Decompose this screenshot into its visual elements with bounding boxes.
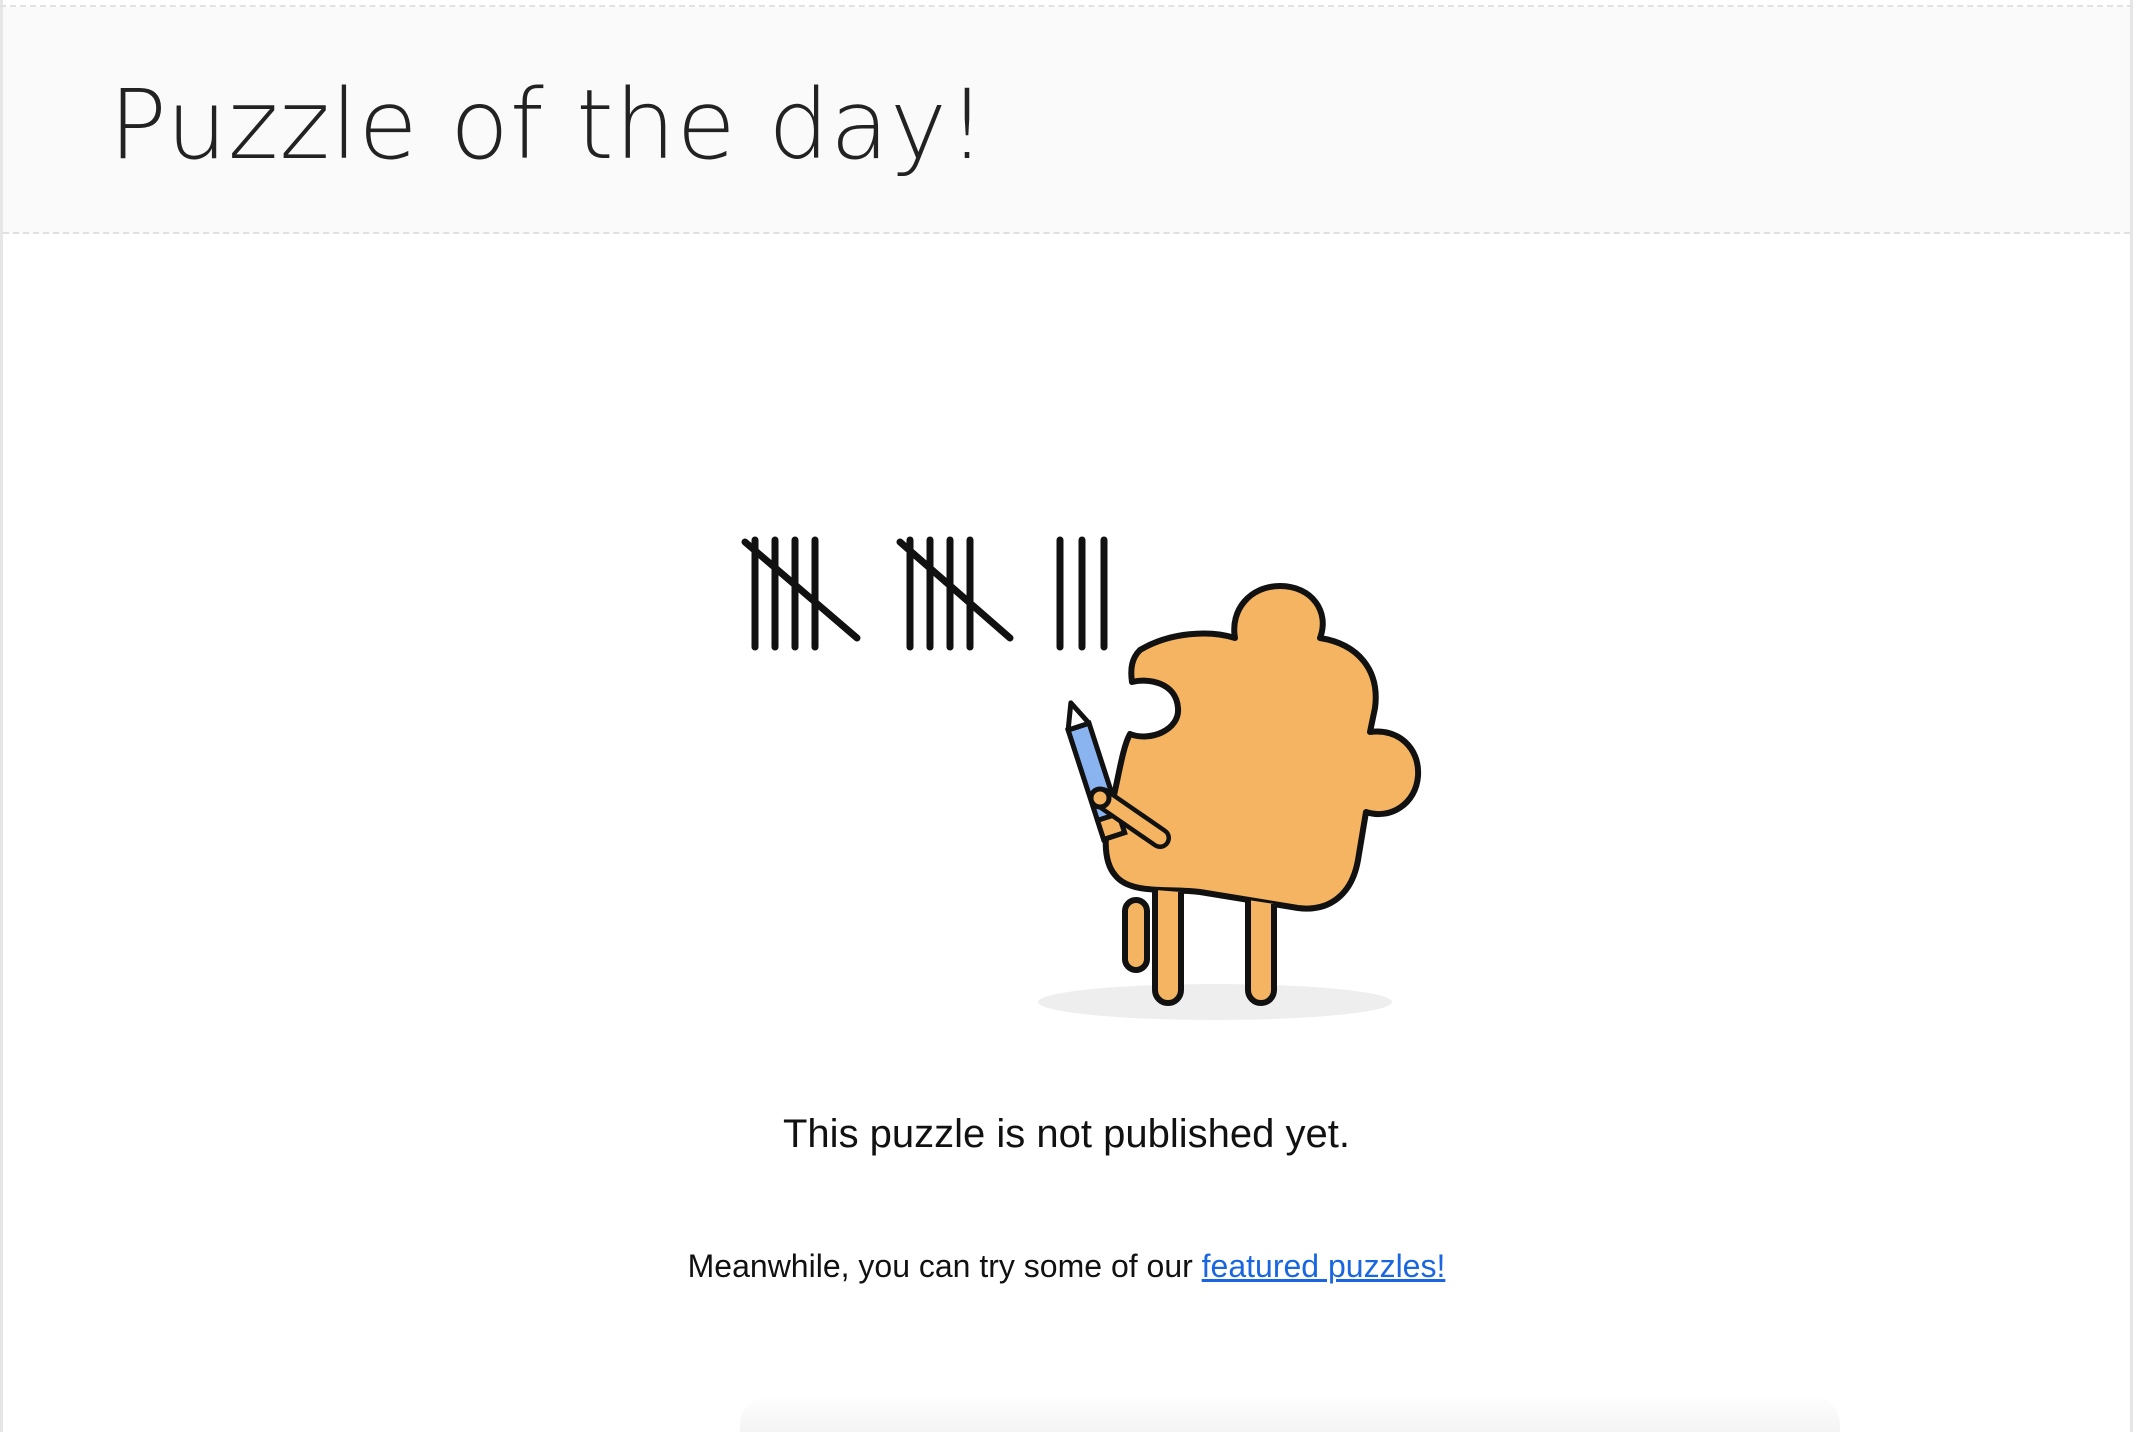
page-header: Puzzle of the day! (3, 7, 2130, 234)
shadow (1038, 984, 1392, 1020)
tally-group-1 (741, 536, 861, 651)
page: Puzzle of the day! This puzzle is not pu… (0, 0, 2146, 1432)
featured-puzzles-link[interactable]: featured puzzles! (1202, 1248, 1446, 1284)
tally-group-3 (1056, 536, 1108, 651)
puzzle-mascot-illustration (730, 520, 1430, 1040)
bottom-card-edge (740, 1395, 1840, 1432)
right-border (2130, 0, 2133, 1432)
tally-group-2 (896, 536, 1014, 651)
page-title: Puzzle of the day! (109, 69, 988, 181)
not-published-message: This puzzle is not published yet. (783, 1112, 1350, 1156)
featured-suggestion: Meanwhile, you can try some of our featu… (0, 1242, 2133, 1290)
puzzle-mascot-tally-icon (741, 536, 1422, 1020)
suggestion-text: Meanwhile, you can try some of our (687, 1248, 1202, 1284)
puzzle-body (1102, 583, 1422, 912)
